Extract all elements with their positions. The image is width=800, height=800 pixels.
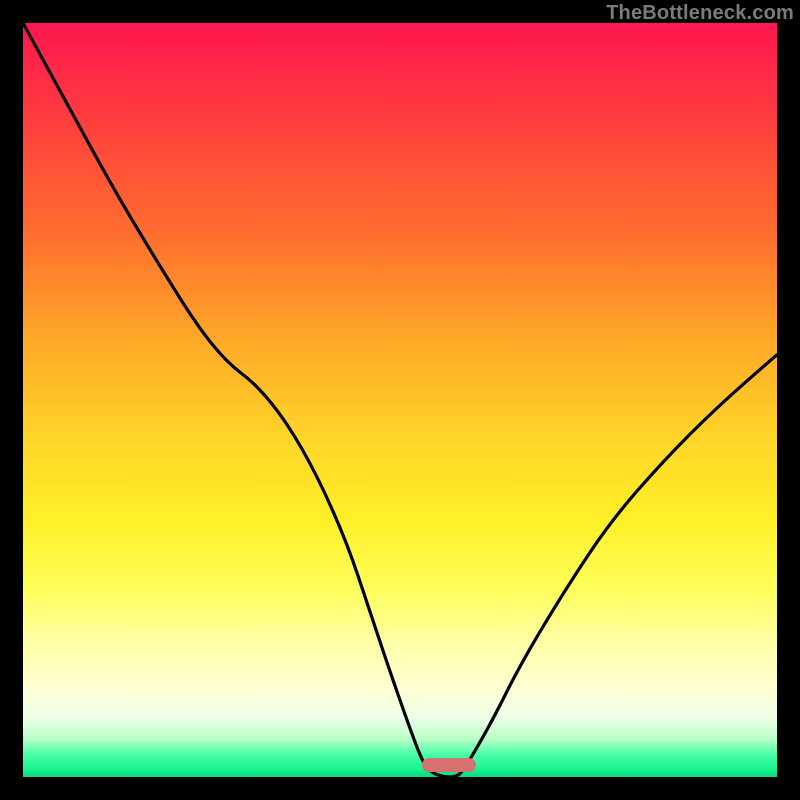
chart-plot-area [23,23,777,777]
watermark-text: TheBottleneck.com [606,2,794,25]
optimal-range-marker [422,758,476,772]
